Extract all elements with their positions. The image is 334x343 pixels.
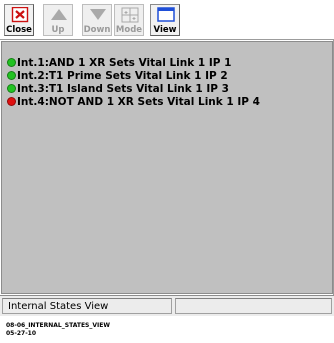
view-button[interactable]: View — [150, 4, 180, 36]
status-text: Internal States View — [8, 301, 109, 312]
down-button[interactable]: Down — [82, 4, 112, 36]
close-icon — [11, 7, 29, 23]
caption-figure-id: 08-06_INTERNAL_STATES_VIEW — [6, 322, 110, 329]
internal-states-list: Int.1:AND 1 XR Sets Vital Link 1 IP 1 In… — [7, 57, 260, 109]
mode-icon — [121, 7, 139, 23]
up-button[interactable]: Up — [43, 4, 73, 36]
state-label: Int.1:AND 1 XR Sets Vital Link 1 IP 1 — [17, 57, 232, 69]
status-pane-secondary — [175, 298, 332, 314]
state-label: Int.4:NOT AND 1 XR Sets Vital Link 1 IP … — [17, 96, 260, 108]
state-label: Int.2:T1 Prime Sets Vital Link 1 IP 2 — [17, 70, 228, 82]
internal-states-list-panel: Int.1:AND 1 XR Sets Vital Link 1 IP 1 In… — [1, 41, 333, 294]
status-indicator-icon — [7, 97, 16, 106]
status-indicator-icon — [7, 71, 16, 80]
state-row[interactable]: Int.4:NOT AND 1 XR Sets Vital Link 1 IP … — [7, 96, 260, 109]
up-arrow-icon — [51, 9, 67, 20]
caption-date: 05-27-10 — [6, 330, 37, 337]
state-row[interactable]: Int.1:AND 1 XR Sets Vital Link 1 IP 1 — [7, 57, 260, 70]
state-row[interactable]: Int.2:T1 Prime Sets Vital Link 1 IP 2 — [7, 70, 260, 83]
mode-button[interactable]: Mode — [114, 4, 144, 36]
status-pane-view-name: Internal States View — [2, 298, 172, 314]
view-button-label: View — [153, 25, 177, 35]
internal-states-window: Close Up Down Mode View Int.1:AND 1 XR S… — [0, 0, 334, 316]
state-label: Int.3:T1 Island Sets Vital Link 1 IP 3 — [17, 83, 229, 95]
down-arrow-icon — [90, 9, 106, 20]
figure-caption: 08-06_INTERNAL_STATES_VIEW 05-27-10 — [6, 322, 110, 338]
view-window-icon — [157, 7, 175, 22]
status-indicator-icon — [7, 84, 16, 93]
close-button[interactable]: Close — [4, 4, 34, 36]
status-bar: Internal States View — [0, 295, 334, 316]
mode-button-label: Mode — [115, 25, 143, 35]
status-indicator-icon — [7, 58, 16, 67]
close-button-label: Close — [6, 25, 32, 35]
state-row[interactable]: Int.3:T1 Island Sets Vital Link 1 IP 3 — [7, 83, 260, 96]
down-button-label: Down — [83, 25, 111, 35]
up-button-label: Up — [51, 25, 65, 35]
toolbar: Close Up Down Mode View — [0, 0, 334, 40]
